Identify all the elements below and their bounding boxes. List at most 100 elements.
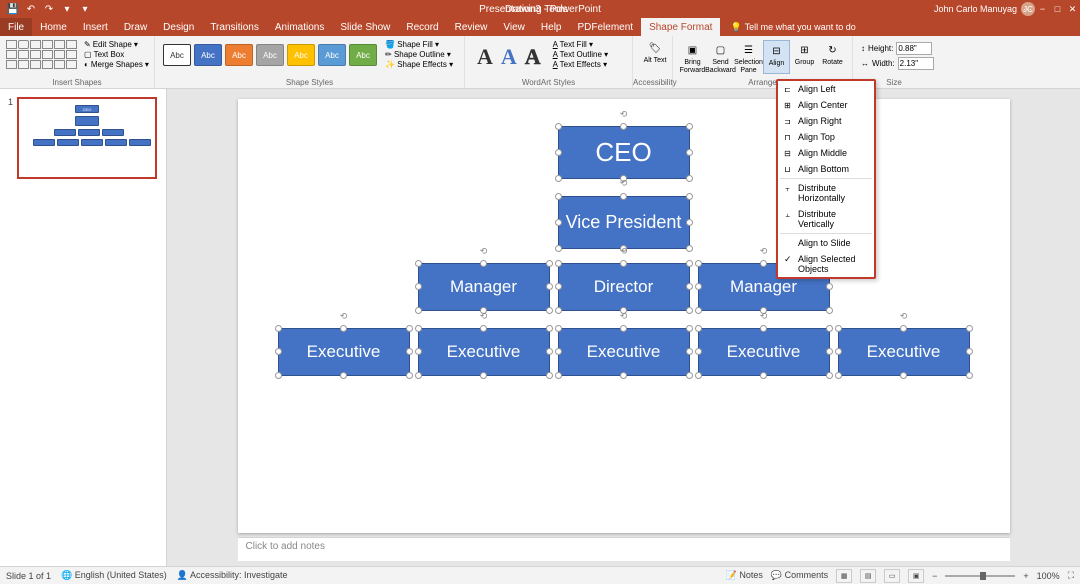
tab-review[interactable]: Review <box>447 18 496 36</box>
rotate-button[interactable]: ↻Rotate <box>819 40 846 74</box>
tab-shape-format[interactable]: Shape Format <box>641 18 720 36</box>
rotate-handle-icon[interactable]: ⟲ <box>619 246 629 256</box>
tab-animations[interactable]: Animations <box>267 18 332 36</box>
height-input[interactable] <box>896 42 932 55</box>
tab-help[interactable]: Help <box>533 18 570 36</box>
shape-executive-4[interactable]: Executive ⟲ <box>698 328 830 376</box>
shape-executive-2[interactable]: Executive ⟲ <box>418 328 550 376</box>
notes-toggle[interactable]: 📝 Notes <box>726 570 763 581</box>
group-button[interactable]: ⊞Group <box>791 40 818 74</box>
tab-transitions[interactable]: Transitions <box>202 18 267 36</box>
style-swatch[interactable]: Abc <box>349 44 377 66</box>
close-button[interactable]: ✕ <box>1065 0 1080 18</box>
tab-draw[interactable]: Draw <box>116 18 155 36</box>
zoom-out-button[interactable]: − <box>932 571 937 581</box>
selection-pane-button[interactable]: ☰Selection Pane <box>735 40 762 74</box>
rotate-handle-icon[interactable]: ⟲ <box>619 179 629 189</box>
rotate-handle-icon[interactable]: ⟲ <box>479 311 489 321</box>
tab-record[interactable]: Record <box>398 18 446 36</box>
notes-pane[interactable]: Click to add notes <box>238 537 1010 561</box>
shape-executive-1[interactable]: Executive ⟲ <box>278 328 410 376</box>
slide-canvas[interactable]: CEO ⟲ Vice President ⟲ Manager ⟲ Directo… <box>238 99 1010 533</box>
wordart-gallery[interactable]: A A A <box>469 38 549 76</box>
reading-view-button[interactable]: ▭ <box>884 569 900 583</box>
send-backward-button[interactable]: ▢Send Backward <box>707 40 734 74</box>
align-top-item[interactable]: ⊓Align Top <box>778 129 874 145</box>
autosave-icon[interactable]: 💾 <box>6 2 20 16</box>
text-outline-button[interactable]: A Text Outline ▾ <box>553 50 608 59</box>
shape-outline-button[interactable]: ✏ Shape Outline ▾ <box>385 50 453 59</box>
rotate-handle-icon[interactable]: ⟲ <box>899 311 909 321</box>
zoom-level[interactable]: 100% <box>1037 571 1060 581</box>
rotate-handle-icon[interactable]: ⟲ <box>619 311 629 321</box>
distribute-horizontal-item[interactable]: ⫟Distribute Horizontally <box>778 180 874 206</box>
slide-editor[interactable]: CEO ⟲ Vice President ⟲ Manager ⟲ Directo… <box>167 89 1080 566</box>
shape-fill-button[interactable]: 🪣 Shape Fill ▾ <box>385 40 453 49</box>
shape-executive-5[interactable]: Executive ⟲ <box>838 328 970 376</box>
rotate-handle-icon[interactable]: ⟲ <box>759 246 769 256</box>
qat-more-icon[interactable]: ▾ <box>78 2 92 16</box>
minimize-button[interactable]: − <box>1035 0 1050 18</box>
zoom-slider[interactable] <box>945 575 1015 577</box>
redo-icon[interactable]: ↷ <box>42 2 56 16</box>
tab-slideshow[interactable]: Slide Show <box>332 18 398 36</box>
shape-executive-3[interactable]: Executive ⟲ <box>558 328 690 376</box>
comments-toggle[interactable]: 💬 Comments <box>771 570 828 581</box>
slideshow-view-button[interactable]: ▣ <box>908 569 924 583</box>
tell-me-search[interactable]: 💡 Tell me what you want to do <box>730 22 855 33</box>
tab-file[interactable]: File <box>0 18 32 36</box>
rotate-handle-icon[interactable]: ⟲ <box>479 246 489 256</box>
style-swatch[interactable]: Abc <box>194 44 222 66</box>
sorter-view-button[interactable]: ▤ <box>860 569 876 583</box>
align-center-item[interactable]: ⊞Align Center <box>778 97 874 113</box>
shape-vice-president[interactable]: Vice President ⟲ <box>558 196 690 249</box>
align-right-item[interactable]: ⊐Align Right <box>778 113 874 129</box>
tab-home[interactable]: Home <box>32 18 75 36</box>
slide-counter[interactable]: Slide 1 of 1 <box>6 571 51 581</box>
shape-ceo[interactable]: CEO ⟲ <box>558 126 690 179</box>
width-field[interactable]: ↔ Width: <box>861 57 927 70</box>
height-field[interactable]: ↕ Height: <box>861 42 927 55</box>
tab-insert[interactable]: Insert <box>75 18 116 36</box>
accessibility-status[interactable]: 👤 Accessibility: Investigate <box>177 570 288 581</box>
align-left-item[interactable]: ⊏Align Left <box>778 81 874 97</box>
start-from-beginning-icon[interactable]: ▾ <box>60 2 74 16</box>
tab-view[interactable]: View <box>495 18 533 36</box>
align-middle-item[interactable]: ⊟Align Middle <box>778 145 874 161</box>
fit-to-window-button[interactable]: ⛶ <box>1068 570 1074 581</box>
width-input[interactable] <box>898 57 934 70</box>
rotate-handle-icon[interactable]: ⟲ <box>339 311 349 321</box>
text-effects-button[interactable]: A Text Effects ▾ <box>553 60 608 69</box>
distribute-vertical-item[interactable]: ⫠Distribute Vertically <box>778 206 874 232</box>
zoom-in-button[interactable]: + <box>1023 571 1028 581</box>
undo-icon[interactable]: ↶ <box>24 2 38 16</box>
wordart-preset[interactable]: A <box>501 44 517 70</box>
align-button[interactable]: ⊟Align <box>763 40 790 74</box>
shape-effects-button[interactable]: ✨ Shape Effects ▾ <box>385 60 453 69</box>
align-bottom-item[interactable]: ⊔Align Bottom <box>778 161 874 177</box>
style-swatch[interactable]: Abc <box>256 44 284 66</box>
text-box-button[interactable]: ▢Text Box <box>84 50 149 59</box>
ribbon-options-icon[interactable]: ⋯ <box>1020 0 1035 18</box>
shape-director[interactable]: Director ⟲ <box>558 263 690 311</box>
wordart-preset[interactable]: A <box>477 44 493 70</box>
alt-text-button[interactable]: 🏷 Alt Text <box>637 38 673 65</box>
slide-thumbnail[interactable]: CEO <box>17 97 157 179</box>
shape-style-gallery[interactable]: Abc Abc Abc Abc Abc Abc Abc <box>159 38 381 72</box>
maximize-button[interactable]: □ <box>1050 0 1065 18</box>
style-swatch[interactable]: Abc <box>163 44 191 66</box>
align-selected-objects-item[interactable]: Align Selected Objects <box>778 251 874 277</box>
text-fill-button[interactable]: A Text Fill ▾ <box>553 40 608 49</box>
shape-manager-left[interactable]: Manager ⟲ <box>418 263 550 311</box>
edit-shape-button[interactable]: ✎Edit Shape▾ <box>84 40 149 49</box>
align-to-slide-item[interactable]: Align to Slide <box>778 235 874 251</box>
rotate-handle-icon[interactable]: ⟲ <box>619 109 629 119</box>
language-status[interactable]: 🌐 English (United States) <box>61 570 167 581</box>
bring-forward-button[interactable]: ▣Bring Forward <box>679 40 706 74</box>
style-swatch[interactable]: Abc <box>225 44 253 66</box>
tab-design[interactable]: Design <box>155 18 202 36</box>
tab-pdfelement[interactable]: PDFelement <box>569 18 641 36</box>
style-swatch[interactable]: Abc <box>287 44 315 66</box>
rotate-handle-icon[interactable]: ⟲ <box>759 311 769 321</box>
normal-view-button[interactable]: ▦ <box>836 569 852 583</box>
